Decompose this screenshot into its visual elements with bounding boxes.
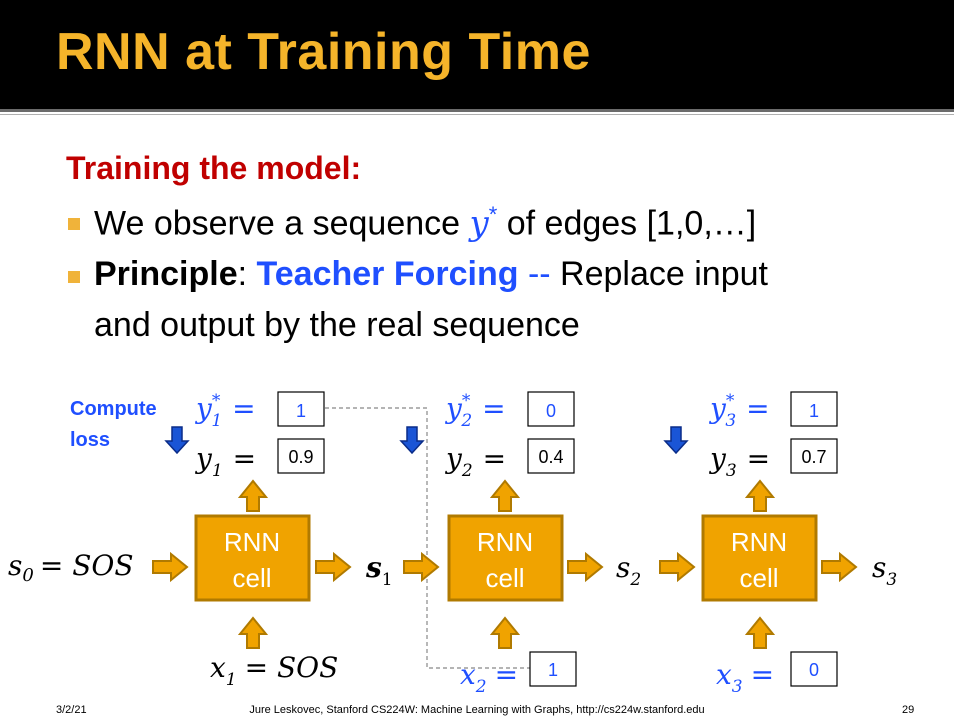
footer-credit: Jure Leskovec, Stanford CS224W: Machine … (249, 704, 705, 716)
y-2-label: y2 = (444, 442, 506, 481)
up-arrow-icon (239, 480, 267, 512)
rnn-diagram: Compute loss s0 = SOS y* 1 = 1 y1 = 0.9 RNN … (8, 391, 897, 697)
right-arrow-icon (659, 553, 695, 581)
x-3-label: x3 = (716, 658, 774, 697)
y-3-value: 0.7 (801, 447, 826, 467)
y-3-label: y3 = (708, 442, 770, 481)
y-2-value: 0.4 (538, 447, 563, 467)
x-3-value: 0 (809, 660, 819, 680)
right-arrow-icon (567, 553, 603, 581)
s1-label: s1 (365, 551, 393, 590)
compute-loss-label-1: Compute (70, 398, 157, 420)
compute-loss-label-2: loss (70, 429, 110, 451)
up-arrow-icon (491, 480, 519, 512)
up-arrow-icon (746, 617, 774, 649)
step-2: y* 2 = 0 y2 = 0.4 RNN cell x2 = 1 (403, 391, 603, 697)
up-arrow-icon (491, 617, 519, 649)
ystar-2-label: y* 2 = (444, 391, 506, 431)
rnn-cell-3-label-1: RNN (731, 527, 787, 557)
rnn-cell-3-label-2: cell (739, 563, 778, 593)
loss-arrow-icon (400, 426, 424, 454)
s3-label: s3 (872, 551, 897, 590)
rnn-cell-1-label-2: cell (232, 563, 271, 593)
y-1-value: 0.9 (288, 447, 313, 467)
y-1-label: y1 = (194, 442, 256, 481)
right-arrow-icon (821, 553, 857, 581)
footer-page-number: 29 (902, 704, 915, 716)
ystar-2-value: 0 (546, 401, 556, 421)
right-arrow-icon (152, 553, 188, 581)
ystar-3-label: y* 3 = (708, 391, 770, 431)
ystar-1-label: y* 1 = (194, 391, 256, 431)
right-arrow-icon (403, 553, 439, 581)
ystar-3-value: 1 (809, 401, 819, 421)
rnn-cell-1-label-1: RNN (224, 527, 280, 557)
x-2-value: 1 (548, 660, 558, 680)
right-arrow-icon (315, 553, 351, 581)
s2-label: s2 (616, 551, 641, 590)
rnn-cell-2-label-2: cell (485, 563, 524, 593)
up-arrow-icon (239, 617, 267, 649)
step-3: y* 3 = 1 y3 = 0.7 RNN cell x3 = 0 (659, 391, 857, 697)
rnn-cell-2-label-1: RNN (477, 527, 533, 557)
ystar-1-value: 1 (296, 401, 306, 421)
loss-arrow-icon (165, 426, 189, 454)
x-1-label: x1 = SOS (210, 651, 338, 690)
loss-arrow-icon (664, 426, 688, 454)
x-2-label: x2 = (460, 658, 518, 697)
s0-label: s0 = SOS (8, 549, 134, 586)
up-arrow-icon (746, 480, 774, 512)
